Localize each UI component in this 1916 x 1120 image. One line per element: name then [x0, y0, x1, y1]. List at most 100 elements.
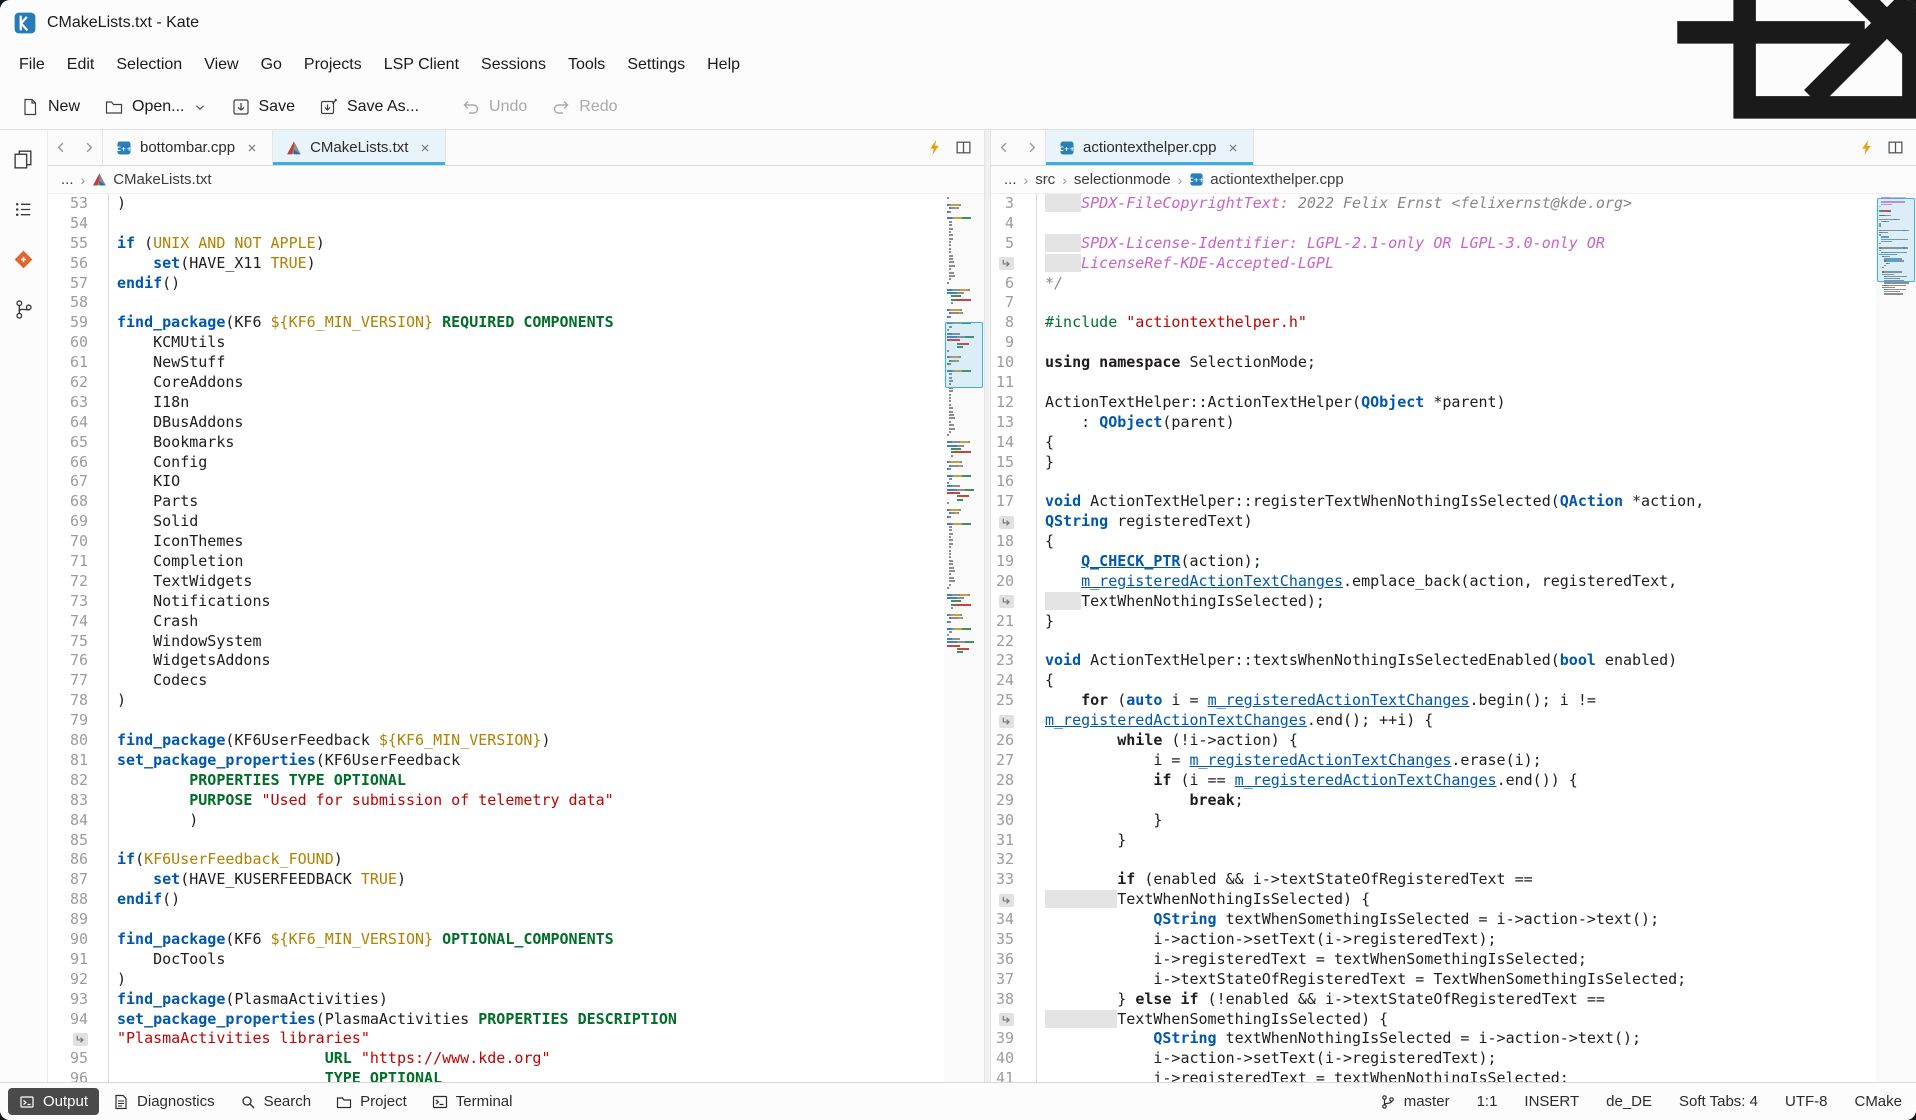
- menu-tools[interactable]: Tools: [557, 50, 616, 80]
- save-as-button[interactable]: Save As...: [309, 90, 429, 124]
- breadcrumb-selectionmode[interactable]: selectionmode: [1071, 171, 1174, 188]
- line-number: 85: [48, 831, 109, 851]
- code-line: TextWhenNothingIsSelected) {: [991, 890, 1876, 910]
- code-line: 76 WidgetsAddons: [48, 651, 944, 671]
- dock-symbols-button[interactable]: [12, 198, 35, 226]
- line-wrap-marker: [991, 1010, 1037, 1030]
- code-line: 8#include "actiontexthelper.h": [991, 313, 1876, 333]
- panel-terminal-button[interactable]: Terminal: [421, 1088, 524, 1115]
- panel-project-button[interactable]: Project: [325, 1088, 418, 1115]
- code-area[interactable]: 53)5455if (UNIX AND NOT APPLE)56 set(HAV…: [48, 194, 944, 1082]
- menu-edit[interactable]: Edit: [56, 50, 106, 80]
- dock-git-button[interactable]: [12, 248, 35, 276]
- save-label: Save: [259, 98, 295, 116]
- status-label: master: [1404, 1093, 1450, 1110]
- menu-view[interactable]: View: [193, 50, 249, 80]
- line-number: 79: [48, 711, 109, 731]
- split-view-icon[interactable]: [1887, 139, 1904, 156]
- tab-cmakelists-txt[interactable]: CMakeLists.txt: [273, 130, 446, 165]
- panel-diagnostics-button[interactable]: Diagnostics: [102, 1088, 226, 1115]
- breadcrumb-[interactable]: ...: [1001, 171, 1020, 188]
- minimap-scrollbar[interactable]: [944, 194, 984, 1082]
- breadcrumb-cmakelists-txt[interactable]: CMakeLists.txt: [89, 171, 214, 188]
- menu-file[interactable]: File: [8, 50, 56, 80]
- line-number: 10: [991, 353, 1037, 373]
- menu-settings[interactable]: Settings: [616, 50, 696, 80]
- tab-scroll-left-button[interactable]: [991, 130, 1018, 165]
- menu-selection[interactable]: Selection: [105, 50, 193, 80]
- code-text: Completion: [109, 552, 243, 572]
- line-number: 15: [991, 453, 1037, 473]
- new-button[interactable]: New: [10, 90, 90, 124]
- code-text: find_package(PlasmaActivities): [109, 990, 388, 1010]
- editor-left[interactable]: 53)5455if (UNIX AND NOT APPLE)56 set(HAV…: [48, 194, 984, 1082]
- code-area[interactable]: 3 SPDX-FileCopyrightText: 2022 Felix Ern…: [991, 194, 1876, 1082]
- code-text: {: [1037, 532, 1054, 552]
- tab-label: actiontexthelper.cpp: [1083, 139, 1216, 156]
- status-master[interactable]: master: [1380, 1089, 1450, 1114]
- code-text: */: [1037, 274, 1063, 294]
- line-number: 94: [48, 1010, 109, 1030]
- line-number: 28: [991, 771, 1037, 791]
- redo-button[interactable]: Redo: [541, 90, 627, 124]
- close-icon[interactable]: [1226, 141, 1240, 155]
- close-icon[interactable]: [245, 141, 259, 155]
- panel-label: Diagnostics: [137, 1093, 215, 1110]
- line-number: 61: [48, 353, 109, 373]
- code-text: if (enabled && i->textStateOfRegisteredT…: [1037, 870, 1533, 890]
- panel-output-button[interactable]: Output: [8, 1088, 99, 1115]
- tab-bottombar-cpp[interactable]: C++bottombar.cpp: [102, 130, 273, 165]
- split-view-icon[interactable]: [955, 139, 972, 156]
- code-line: 5 SPDX-License-Identifier: LGPL-2.1-only…: [991, 234, 1876, 254]
- status-label: Soft Tabs: 4: [1679, 1093, 1758, 1110]
- minimap-scrollbar[interactable]: [1876, 194, 1916, 1082]
- code-text: [109, 831, 117, 851]
- undo-button[interactable]: Undo: [451, 90, 537, 124]
- quick-open-lightning-icon[interactable]: [926, 139, 943, 156]
- menu-projects[interactable]: Projects: [293, 50, 373, 80]
- menu-go[interactable]: Go: [250, 50, 293, 80]
- editor-right[interactable]: 3 SPDX-FileCopyrightText: 2022 Felix Ern…: [991, 194, 1916, 1082]
- close-button[interactable]: [1858, 0, 1916, 46]
- menu-help[interactable]: Help: [696, 50, 751, 80]
- status-de-de[interactable]: de_DE: [1606, 1089, 1652, 1114]
- pane-splitter[interactable]: [984, 130, 991, 1082]
- menu-sessions[interactable]: Sessions: [470, 50, 557, 80]
- close-icon[interactable]: [418, 141, 432, 155]
- save-button[interactable]: Save: [221, 90, 305, 124]
- menu-lsp-client[interactable]: LSP Client: [373, 50, 470, 80]
- breadcrumb-label: ...: [61, 171, 74, 188]
- dock-documents-button[interactable]: [12, 148, 35, 176]
- status-soft-tabs-4[interactable]: Soft Tabs: 4: [1679, 1089, 1758, 1114]
- open-folder-icon: [104, 97, 124, 117]
- quick-open-lightning-icon[interactable]: [1858, 139, 1875, 156]
- dock-commits-button[interactable]: [12, 298, 35, 326]
- wrap-arrow-icon: [999, 1013, 1014, 1026]
- code-line: 6*/: [991, 274, 1876, 294]
- tab-scroll-left-button[interactable]: [48, 130, 75, 165]
- code-line: 20 m_registeredActionTextChanges.emplace…: [991, 572, 1876, 592]
- code-text: URL "https://www.kde.org": [109, 1049, 551, 1069]
- code-text: TextWhenNothingIsSelected) {: [1037, 890, 1370, 910]
- wrap-arrow-icon: [73, 1033, 88, 1046]
- tabbar-right: C++actiontexthelper.cpp: [991, 130, 1916, 166]
- tab-scroll-right-button[interactable]: [75, 130, 102, 165]
- status-insert[interactable]: INSERT: [1524, 1089, 1579, 1114]
- status-utf-8[interactable]: UTF-8: [1785, 1089, 1828, 1114]
- status-cmake[interactable]: CMake: [1854, 1089, 1902, 1114]
- panel-search-button[interactable]: Search: [229, 1088, 323, 1115]
- line-number: 53: [48, 194, 109, 214]
- save-icon: [231, 97, 251, 117]
- line-wrap-marker: [991, 592, 1037, 612]
- tab-actiontexthelper-cpp[interactable]: C++actiontexthelper.cpp: [1045, 130, 1254, 165]
- code-text: [1037, 632, 1045, 652]
- status-1-1[interactable]: 1:1: [1477, 1089, 1498, 1114]
- breadcrumb-[interactable]: ...: [58, 171, 77, 188]
- breadcrumb-actiontexthelper-cpp[interactable]: C++actiontexthelper.cpp: [1186, 171, 1346, 188]
- minimap-viewport[interactable]: [1877, 198, 1915, 282]
- open-button[interactable]: Open...: [94, 90, 216, 124]
- tab-scroll-right-button[interactable]: [1018, 130, 1045, 165]
- minimap-viewport[interactable]: [945, 322, 983, 388]
- breadcrumb-src[interactable]: src: [1032, 171, 1058, 188]
- code-line: 29 break;: [991, 791, 1876, 811]
